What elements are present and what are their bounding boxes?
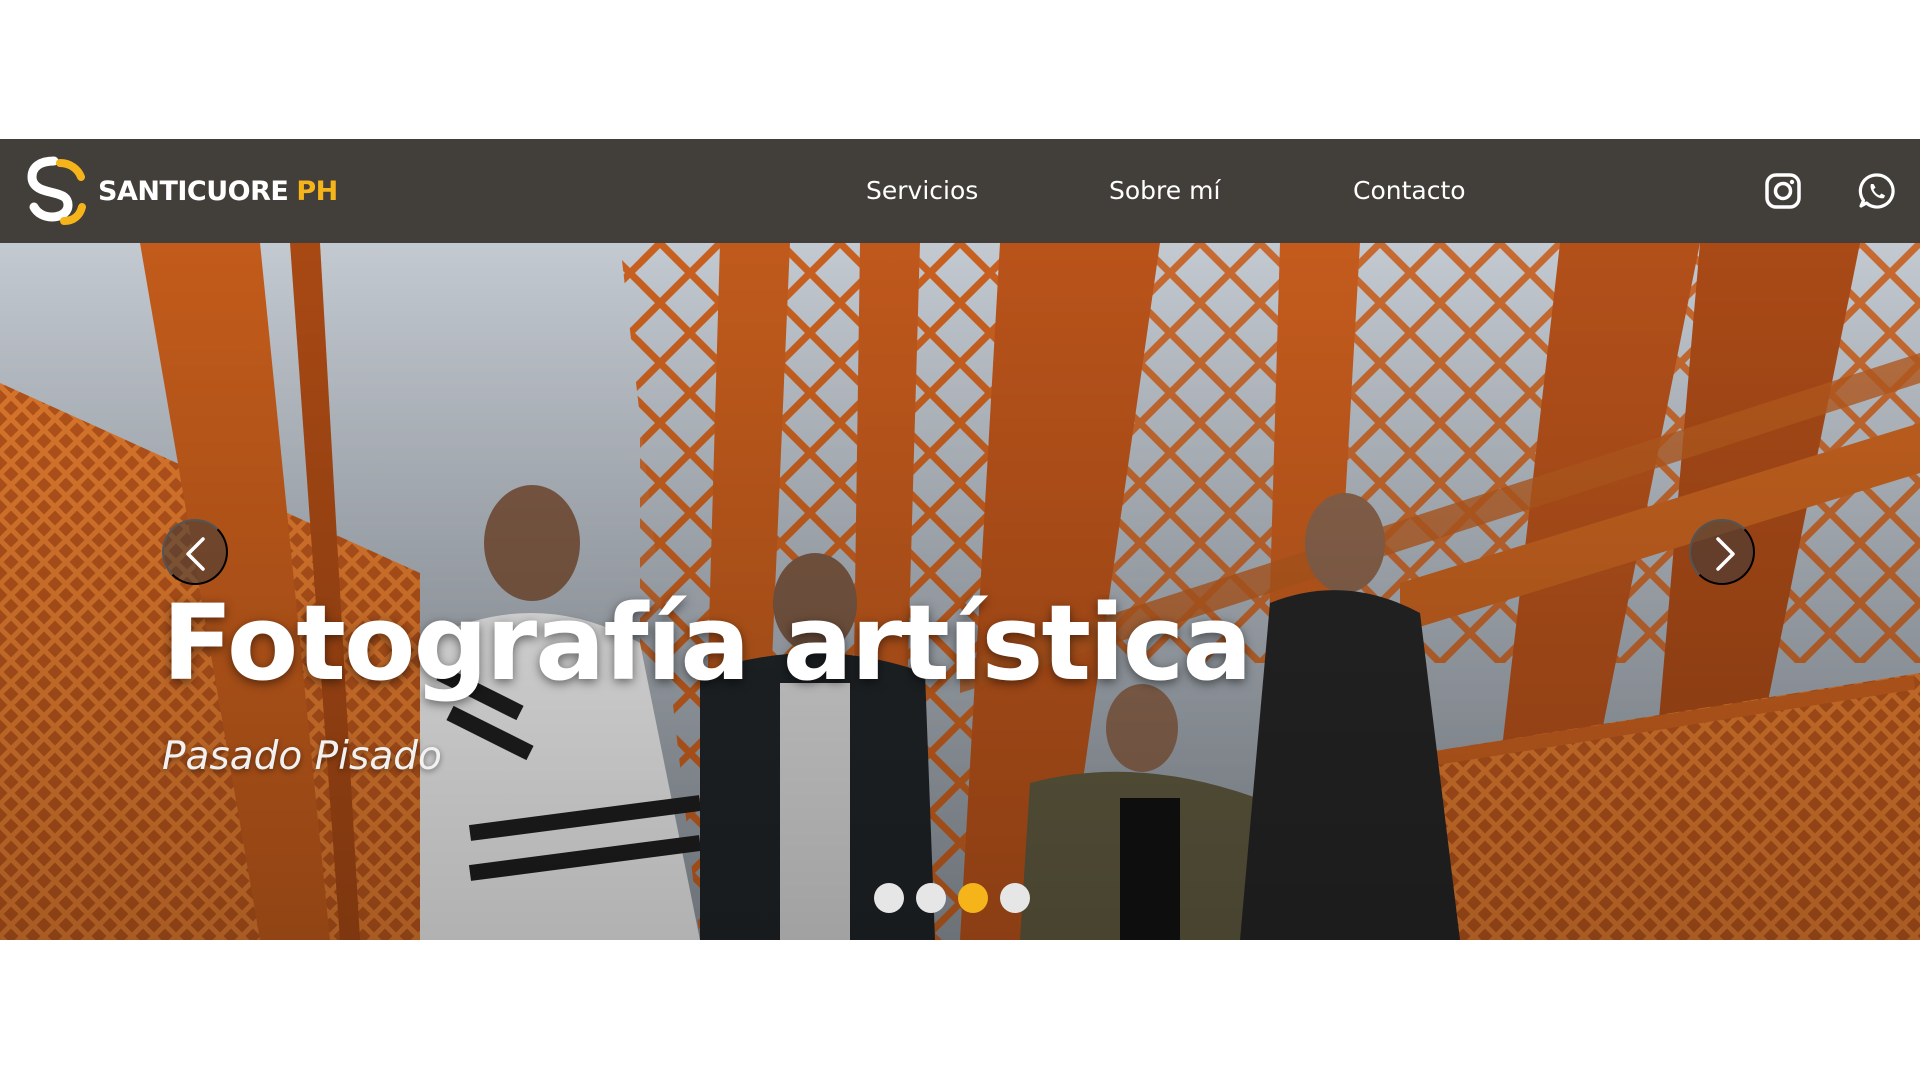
hero-title: Fotografía artística (162, 582, 1253, 704)
carousel-dot-active[interactable] (958, 883, 988, 913)
carousel-dot[interactable] (874, 883, 904, 913)
main-nav: Servicios Sobre mí Contacto (0, 139, 1920, 243)
chevron-left-icon (186, 537, 205, 571)
carousel-prev-button[interactable] (162, 519, 228, 585)
nav-link-sobre-mi[interactable]: Sobre mí (1109, 175, 1220, 207)
nav-link-servicios[interactable]: Servicios (866, 175, 978, 207)
carousel-next-button[interactable] (1689, 519, 1755, 585)
chevron-right-icon (1716, 537, 1735, 571)
carousel-indicators (874, 883, 1030, 913)
nav-link-contacto[interactable]: Contacto (1353, 175, 1466, 207)
instagram-icon[interactable] (1763, 171, 1803, 211)
carousel-dot[interactable] (1000, 883, 1030, 913)
hero-carousel: Fotografía artística Pasado Pisado (0, 243, 1920, 940)
hero-subtitle: Pasado Pisado (162, 734, 442, 779)
carousel-dot[interactable] (916, 883, 946, 913)
whatsapp-icon[interactable] (1857, 171, 1897, 211)
top-navbar: SANTICUORE PH Servicios Sobre mí Contacto (0, 139, 1920, 243)
